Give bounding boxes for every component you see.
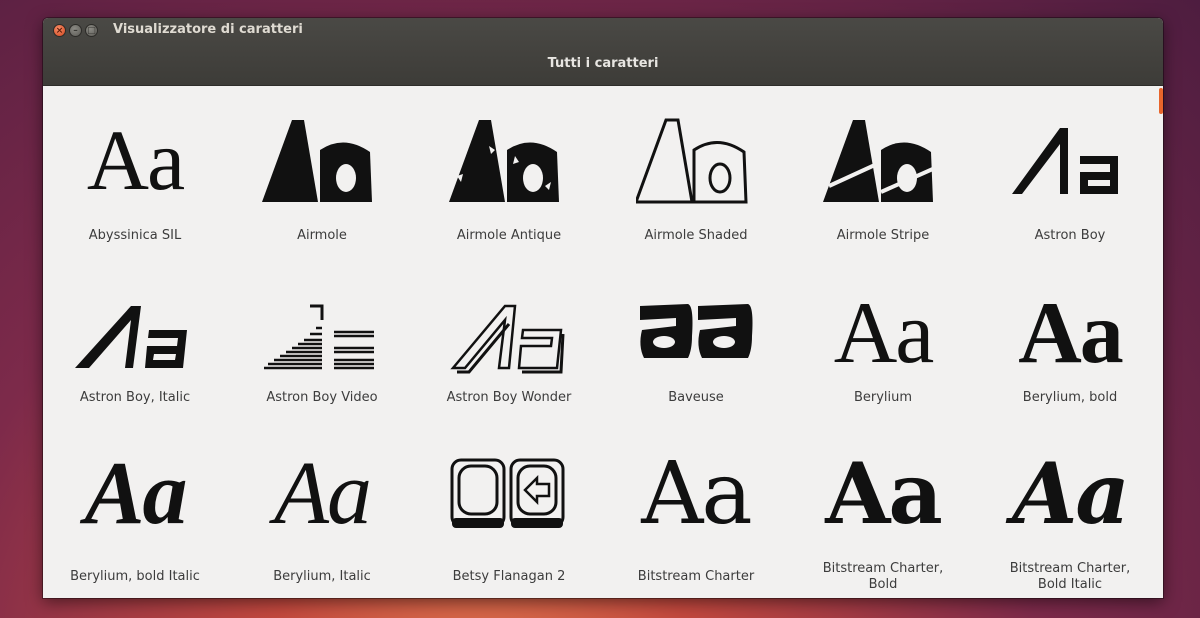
font-tile-astron-boy[interactable]: Astron Boy (980, 86, 1160, 243)
font-name: Astron Boy Wonder (446, 390, 572, 405)
font-name: Abyssinica SIL (88, 228, 182, 243)
window-title: Visualizzatore di caratteri (113, 22, 303, 37)
font-tile-airmole-stripe[interactable]: Airmole Stripe (793, 86, 973, 243)
font-tile-berylium[interactable]: Aa Berylium (793, 286, 973, 406)
font-sample: Aa (86, 112, 185, 208)
font-name: Berylium (853, 390, 913, 405)
font-tile-astron-boy-video[interactable]: Astron Boy Video (232, 286, 412, 406)
astron-boy-wonder-sample-icon (450, 304, 565, 374)
font-sample (980, 116, 1160, 212)
font-sample: Aa (274, 444, 372, 543)
font-name: Berylium, Italic (273, 569, 371, 584)
close-icon[interactable]: × (53, 24, 66, 37)
betsy-flanagan-sample-icon (450, 458, 565, 528)
font-tile-airmole-shaded[interactable]: Airmole Shaded (606, 86, 786, 243)
font-tile-astron-boy-italic[interactable]: Astron Boy, Italic (45, 286, 225, 406)
astron-boy-video-sample-icon (264, 304, 374, 370)
font-name: Bitstream Charter, Bold Italic (1009, 561, 1131, 592)
maximize-icon[interactable]: □ (85, 24, 98, 37)
font-sample (606, 116, 786, 212)
font-sample: Aa (84, 444, 187, 543)
astron-boy-italic-sample-icon (75, 306, 187, 368)
font-name: Astron Boy, Italic (79, 390, 191, 405)
astron-boy-sample-icon (1012, 128, 1118, 194)
window-controls: × – □ (53, 24, 98, 37)
font-name: Berylium, bold Italic (70, 569, 200, 584)
font-name: Bitstream Charter, Bold (822, 561, 944, 592)
airmole-shaded-sample-icon (636, 118, 748, 204)
font-tile-berylium-bold-italic[interactable]: Aa Berylium, bold Italic (45, 446, 225, 586)
font-tile-airmole[interactable]: Airmole (232, 86, 412, 243)
font-sample: Aa (1018, 285, 1124, 382)
font-tile-airmole-antique[interactable]: Airmole Antique (419, 86, 599, 243)
font-name: Baveuse (668, 390, 724, 405)
font-sample (232, 116, 412, 212)
font-tile-astron-boy-wonder[interactable]: Astron Boy Wonder (419, 286, 599, 406)
font-sample (606, 286, 786, 382)
font-name: Bitstream Charter (637, 569, 755, 584)
font-tile-bitstream-charter-bold-italic[interactable]: Aa Bitstream Charter, Bold Italic (980, 444, 1160, 593)
airmole-stripe-sample-icon (823, 120, 936, 202)
font-name: Airmole (297, 228, 347, 243)
font-viewer-window: × – □ Visualizzatore di caratteri Tutti … (43, 18, 1163, 598)
font-sample: Aa (1012, 444, 1130, 543)
font-tile-berylium-bold[interactable]: Aa Berylium, bold (980, 286, 1160, 406)
font-sample: Aa (825, 444, 943, 543)
font-name: Airmole Stripe (836, 228, 930, 243)
font-name: Betsy Flanagan 2 (452, 569, 566, 584)
font-tile-betsy-flanagan-2[interactable]: Betsy Flanagan 2 (419, 446, 599, 586)
font-sample (419, 454, 599, 550)
font-grid: Aa Abyssinica SIL Airmole Airmole Antiqu… (43, 86, 1163, 598)
page-title: Tutti i caratteri (547, 56, 659, 71)
airmole-antique-sample-icon (449, 120, 559, 202)
font-sample: Aa (641, 444, 752, 544)
font-tile-bitstream-charter-bold[interactable]: Aa Bitstream Charter, Bold (793, 444, 973, 593)
font-sample (419, 116, 599, 212)
font-tile-baveuse[interactable]: Baveuse (606, 286, 786, 406)
font-sample (45, 286, 225, 382)
font-name: Berylium, bold (1022, 390, 1118, 405)
font-sample (793, 116, 973, 212)
font-name: Airmole Shaded (644, 228, 748, 243)
airmole-sample-icon (262, 120, 372, 202)
title-bar: × – □ Visualizzatore di caratteri Tutti … (43, 18, 1163, 86)
font-tile-bitstream-charter[interactable]: Aa Bitstream Charter (606, 446, 786, 586)
font-name: Astron Boy (1034, 228, 1106, 243)
baveuse-sample-icon (640, 304, 753, 358)
font-sample (232, 286, 412, 382)
font-tile-abyssinica-sil[interactable]: Aa Abyssinica SIL (45, 86, 225, 243)
font-sample (419, 286, 599, 382)
minimize-icon[interactable]: – (69, 24, 82, 37)
font-name: Airmole Antique (456, 228, 562, 243)
font-name: Astron Boy Video (266, 390, 378, 405)
font-tile-berylium-italic[interactable]: Aa Berylium, Italic (232, 446, 412, 586)
font-sample: Aa (833, 285, 935, 382)
